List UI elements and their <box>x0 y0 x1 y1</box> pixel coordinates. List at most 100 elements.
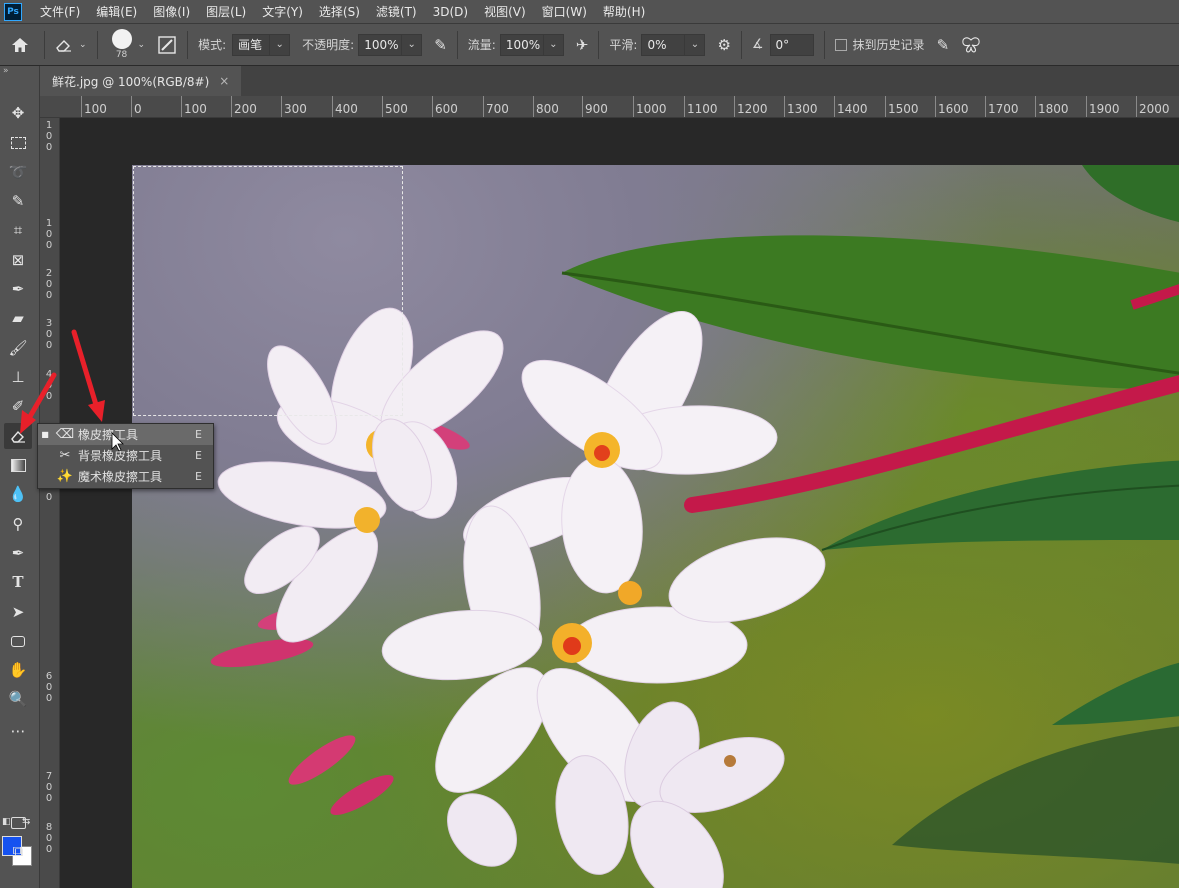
ruler-label: 0 <box>45 229 53 240</box>
dodge-tool[interactable]: ⚲ <box>4 511 32 537</box>
gradient-tool[interactable] <box>4 452 32 478</box>
quick-mask-button[interactable] <box>4 810 32 836</box>
brush-preview: 78 <box>108 27 136 63</box>
angle-input[interactable]: 0° <box>769 33 814 56</box>
ruler-label: 0 <box>45 391 53 402</box>
brush-settings-toggle[interactable] <box>151 24 183 66</box>
separator <box>44 30 45 59</box>
screen-mode-button[interactable]: ⧉ <box>4 838 32 864</box>
gear-icon: ⚙ <box>717 35 731 54</box>
ruler-label: 4 <box>45 369 53 380</box>
symmetry-button[interactable] <box>955 24 987 66</box>
chevron-down-icon[interactable]: ⌄ <box>270 33 291 56</box>
erase-to-history-option[interactable]: 抹到历史记录 <box>829 24 931 66</box>
brush-tool[interactable]: 🖌 <box>4 335 32 361</box>
history-brush-tool[interactable]: ✐ <box>4 393 32 419</box>
quick-selection-tool[interactable]: ✎ <box>4 188 32 214</box>
opacity-input[interactable]: 100% <box>358 33 403 56</box>
chevron-down-icon[interactable]: ⌄ <box>543 33 564 56</box>
pen-tool[interactable]: ✒ <box>4 540 32 566</box>
hand-icon: ✋ <box>8 661 28 679</box>
horizontal-ruler[interactable]: 100 0 100 200 300 400 500 600 700 800 90… <box>40 96 1179 118</box>
hand-tool[interactable]: ✋ <box>4 657 32 683</box>
chevron-down-icon[interactable]: ⌄ <box>685 33 706 56</box>
type-tool[interactable]: T <box>4 569 32 595</box>
marquee-tool[interactable] <box>4 130 32 156</box>
menu-filter[interactable]: 滤镜(T) <box>368 3 425 20</box>
ruler-label: 0 <box>45 131 53 142</box>
zoom-tool[interactable]: 🔍 <box>4 686 32 712</box>
smoothing-input[interactable]: 0% <box>641 33 686 56</box>
document-canvas[interactable] <box>60 118 1179 888</box>
bandage-icon: ▰ <box>12 309 24 327</box>
menu-select[interactable]: 选择(S) <box>311 3 368 20</box>
ruler-label: 0 <box>45 833 53 844</box>
flyout-item-eraser[interactable]: ■ ⌫ 橡皮擦工具 E <box>38 424 213 445</box>
menu-help[interactable]: 帮助(H) <box>595 3 653 20</box>
photoshop-logo-icon: Ps <box>4 2 22 21</box>
move-tool[interactable]: ✥ <box>4 100 32 126</box>
ruler-label: 0 <box>45 492 53 503</box>
document-tab[interactable]: 鲜花.jpg @ 100%(RGB/8#) × <box>40 66 242 96</box>
pressure-size-toggle[interactable]: ✎ <box>931 24 956 66</box>
background-eraser-icon: ✂ <box>59 448 71 463</box>
eraser-tool[interactable] <box>4 423 32 449</box>
eyedropper-tool[interactable]: ✒ <box>4 276 32 302</box>
menu-layer[interactable]: 图层(L) <box>198 3 254 20</box>
flyout-item-magic-eraser[interactable]: ✨ 魔术橡皮擦工具 E <box>38 466 213 487</box>
menu-bar: Ps 文件(F) 编辑(E) 图像(I) 图层(L) 文字(Y) 选择(S) 滤… <box>0 0 1179 24</box>
shape-tool[interactable] <box>4 628 32 654</box>
ruler-label: 2 <box>45 268 53 279</box>
mode-label: 模式: <box>198 38 227 52</box>
path-selection-tool[interactable]: ➤ <box>4 599 32 625</box>
edit-toolbar-button[interactable]: ⋯ <box>4 718 32 744</box>
ruler-label: 1300 <box>784 96 818 117</box>
chevron-down-icon[interactable]: ⌄ <box>402 33 423 56</box>
brush-settings-icon <box>158 35 176 54</box>
airbrush-toggle[interactable]: ✈ <box>570 24 595 66</box>
collapse-icon[interactable]: » <box>0 66 39 80</box>
menu-type[interactable]: 文字(Y) <box>254 3 311 20</box>
mode-select[interactable]: 画笔 <box>232 33 271 56</box>
lasso-tool[interactable]: ➰ <box>4 159 32 185</box>
ruler-label: 200 <box>231 96 257 117</box>
smoothing-settings-button[interactable]: ⚙ <box>711 24 736 66</box>
menu-edit[interactable]: 编辑(E) <box>88 3 145 20</box>
menu-window[interactable]: 窗口(W) <box>534 3 595 20</box>
angle-group: ∡ 0° <box>746 24 820 66</box>
ruler-label: 0 <box>45 782 53 793</box>
erase-to-history-checkbox[interactable] <box>834 38 847 51</box>
pressure-opacity-toggle[interactable]: ✎ <box>428 24 453 66</box>
menu-3d[interactable]: 3D(D) <box>425 5 476 19</box>
menu-file[interactable]: 文件(F) <box>32 3 88 20</box>
home-button[interactable] <box>0 24 40 66</box>
ruler-label: 1800 <box>1035 96 1069 117</box>
angle-icon: ∡ <box>751 37 764 52</box>
marquee-selection[interactable] <box>133 166 403 416</box>
tool-preset-picker[interactable]: ⌄ <box>49 24 93 66</box>
brush-icon: 🖌 <box>8 339 28 357</box>
menu-image[interactable]: 图像(I) <box>145 3 198 20</box>
clone-stamp-tool[interactable]: ⊥ <box>4 364 32 390</box>
menu-view[interactable]: 视图(V) <box>476 3 534 20</box>
blur-tool[interactable]: 💧 <box>4 481 32 507</box>
vertical-ruler[interactable]: 1 0 0 1 0 0 2 0 0 3 0 0 4 0 0 5 0 0 6 0 … <box>40 118 60 888</box>
flyout-item-background-eraser[interactable]: ✂ 背景橡皮擦工具 E <box>38 445 213 466</box>
ruler-label: 0 <box>45 693 53 704</box>
ruler-label: 900 <box>582 96 608 117</box>
separator <box>96 30 98 59</box>
ruler-label: 400 <box>332 96 358 117</box>
ruler-label: 0 <box>45 682 53 693</box>
brush-preset-picker[interactable]: 78 ⌄ <box>102 24 152 66</box>
ruler-label: 1000 <box>633 96 667 117</box>
ruler-label: 1100 <box>684 96 718 117</box>
crop-tool[interactable]: ⌗ <box>4 217 32 243</box>
frame-tool[interactable]: ⊠ <box>4 247 32 273</box>
flow-input[interactable]: 100% <box>499 33 544 56</box>
quick-selection-icon: ✎ <box>11 192 25 210</box>
healing-brush-tool[interactable]: ▰ <box>4 305 32 331</box>
ruler-label: 0 <box>45 329 53 340</box>
ruler-label: 8 <box>45 822 53 833</box>
close-icon[interactable]: × <box>219 74 229 88</box>
crop-icon: ⌗ <box>13 221 23 239</box>
